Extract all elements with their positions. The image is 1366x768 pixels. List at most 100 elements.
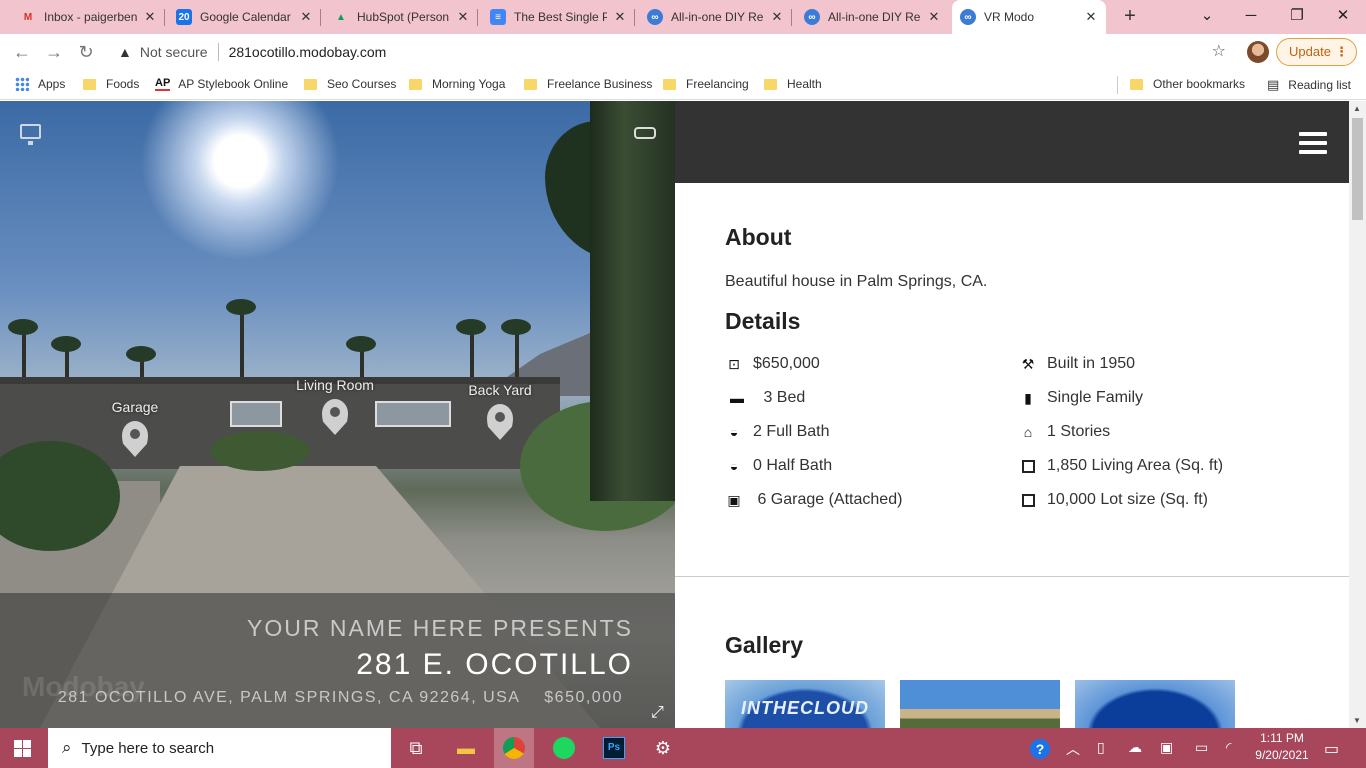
tab-title: All-in-one DIY Re [671, 10, 764, 24]
monitor-icon[interactable] [20, 124, 41, 145]
tab-gmail[interactable]: M Inbox - paigerben ✕ [12, 0, 165, 34]
section-divider [675, 576, 1349, 577]
tab-title: All-in-one DIY Re [828, 10, 921, 24]
close-window-icon[interactable]: ✕ [1320, 0, 1366, 34]
close-icon[interactable]: ✕ [770, 9, 784, 25]
security-label[interactable]: Not secure [140, 44, 208, 60]
close-icon[interactable]: ✕ [613, 9, 627, 25]
bookmark-freelance-business[interactable]: Freelance Business [524, 77, 652, 91]
spotify-icon[interactable] [544, 734, 584, 762]
detail-full-bath: ◒ 2 Full Bath [725, 423, 830, 441]
taskbar-search[interactable]: ⌕ Type here to search [48, 728, 391, 768]
warning-icon[interactable]: ▲ [118, 44, 132, 60]
hotspot-garage[interactable]: Garage [100, 399, 170, 457]
scroll-up-icon[interactable]: ▲ [1353, 104, 1361, 113]
fullscreen-icon[interactable]: ⤢ [651, 704, 664, 722]
bookmark-ap-stylebook[interactable]: AP AP Stylebook Online [155, 77, 288, 91]
tab-title: Inbox - paigerben [44, 10, 137, 24]
detail-type: ▮ Single Family [1019, 389, 1143, 407]
gmail-icon: M [23, 11, 33, 23]
file-explorer-icon[interactable]: ▬ [446, 734, 486, 762]
avatar[interactable] [1247, 41, 1269, 63]
modobay-icon: ∞ [960, 9, 976, 25]
folder-icon [409, 78, 422, 90]
area-icon [1019, 492, 1037, 508]
bookmark-foods[interactable]: Foods [83, 77, 139, 91]
tab-search-icon[interactable]: ⌄ [1184, 0, 1230, 34]
battery-icon[interactable]: ▭ [1195, 739, 1208, 756]
forward-icon[interactable]: → [42, 40, 66, 64]
update-button[interactable]: Update ⋮ [1276, 38, 1357, 66]
taskbar: ⌕ Type here to search ⧉ ▬ Ps ⚙ ? ︿ ▯ ☁ ▣… [0, 728, 1366, 768]
scrollbar-thumb[interactable] [1352, 118, 1363, 220]
browser-toolbar: ← → ↻ ▲ Not secure 281ocotillo.modobay.c… [0, 34, 1366, 70]
onedrive-icon[interactable]: ☁ [1128, 739, 1142, 756]
hotspot-label: Garage [111, 399, 159, 415]
palm-tree [590, 101, 675, 501]
bookmark-other[interactable]: Other bookmarks [1130, 77, 1245, 91]
action-center-icon[interactable]: ▭ [1324, 739, 1339, 759]
gallery-thumbnail[interactable]: INTHECLOUD [725, 680, 885, 728]
bed-icon: ▬ [730, 390, 744, 406]
device-icon[interactable]: ▯ [1097, 739, 1105, 756]
notification-app-icon[interactable]: ▣ [1160, 739, 1173, 756]
tab-hubspot[interactable]: ▲ HubSpot (Person ✕ [325, 0, 478, 34]
bookmark-morning-yoga[interactable]: Morning Yoga [409, 77, 505, 91]
gallery-thumbnail[interactable] [900, 680, 1060, 728]
scroll-down-icon[interactable]: ▼ [1353, 716, 1361, 725]
chrome-icon[interactable] [494, 728, 534, 768]
bookmark-seo-courses[interactable]: Seo Courses [304, 77, 396, 91]
page-scrollbar[interactable]: ▲ ▼ [1349, 101, 1366, 728]
tab-docs[interactable]: ≡ The Best Single P ✕ [482, 0, 635, 34]
gallery-thumbnail[interactable] [1075, 680, 1235, 728]
bookmark-star-icon[interactable]: ☆ [1212, 41, 1226, 61]
map-pin-icon [122, 421, 148, 457]
home-icon: ⌂ [1023, 424, 1033, 440]
info-panel: About Beautiful house in Palm Springs, C… [675, 101, 1349, 728]
hamburger-menu-icon[interactable] [1299, 132, 1327, 154]
settings-gear-icon[interactable]: ⚙ [643, 734, 683, 762]
close-icon[interactable]: ✕ [1084, 9, 1098, 25]
bookmark-label: Freelance Business [547, 77, 653, 91]
reload-icon[interactable]: ↻ [74, 40, 98, 64]
reading-list-label: Reading list [1288, 78, 1351, 92]
url-text[interactable]: 281ocotillo.modobay.com [229, 44, 387, 60]
bookmark-freelancing[interactable]: Freelancing [663, 77, 749, 91]
windows-start-icon[interactable] [14, 740, 31, 757]
detail-text: Single Family [1047, 389, 1144, 406]
bookmark-health[interactable]: Health [764, 77, 822, 91]
wifi-icon[interactable]: ◜ [1226, 739, 1231, 756]
hotspot-back-yard[interactable]: Back Yard [460, 382, 540, 440]
bookmark-label: Foods [106, 77, 140, 91]
vr-goggles-icon[interactable] [634, 127, 656, 139]
system-clock[interactable]: 1:11 PM 9/20/2021 [1248, 730, 1316, 764]
gallery-heading: Gallery [725, 632, 803, 658]
folder-icon [83, 78, 96, 90]
hotspot-living-room[interactable]: Living Room [290, 377, 380, 435]
minimize-icon[interactable]: ─ [1228, 0, 1274, 34]
new-tab-button[interactable]: + [1118, 5, 1142, 29]
back-icon[interactable]: ← [10, 40, 34, 64]
close-icon[interactable]: ✕ [456, 9, 470, 25]
tab-vr-modo[interactable]: ∞ VR Modo ✕ [952, 0, 1106, 34]
close-icon[interactable]: ✕ [299, 9, 313, 25]
restore-icon[interactable]: ❐ [1274, 0, 1320, 34]
calendar-icon: 20 [176, 9, 192, 25]
close-icon[interactable]: ✕ [143, 9, 157, 25]
modobay-icon: ∞ [647, 9, 663, 25]
car-icon: ▣ [727, 491, 741, 508]
detail-text: 1 Stories [1047, 423, 1111, 440]
panorama-viewer[interactable]: Garage Living Room Back Yard Modobay YOU… [0, 101, 675, 728]
photoshop-icon[interactable]: Ps [594, 734, 634, 762]
tab-title: VR Modo [984, 10, 1035, 24]
chevron-up-icon[interactable]: ︿ [1066, 739, 1080, 759]
close-icon[interactable]: ✕ [927, 9, 941, 25]
tab-modobay-2[interactable]: ∞ All-in-one DIY Re ✕ [796, 0, 949, 34]
help-icon[interactable]: ? [1030, 739, 1050, 759]
address-bar[interactable]: ▲ Not secure 281ocotillo.modobay.com ☆ [106, 38, 1236, 66]
task-view-icon[interactable]: ⧉ [396, 734, 436, 762]
reading-list[interactable]: ▤ Reading list [1267, 77, 1351, 93]
bookmark-apps[interactable]: Apps [15, 77, 65, 91]
tab-google-calendar[interactable]: 20 Google Calendar ✕ [168, 0, 321, 34]
tab-modobay-1[interactable]: ∞ All-in-one DIY Re ✕ [639, 0, 792, 34]
